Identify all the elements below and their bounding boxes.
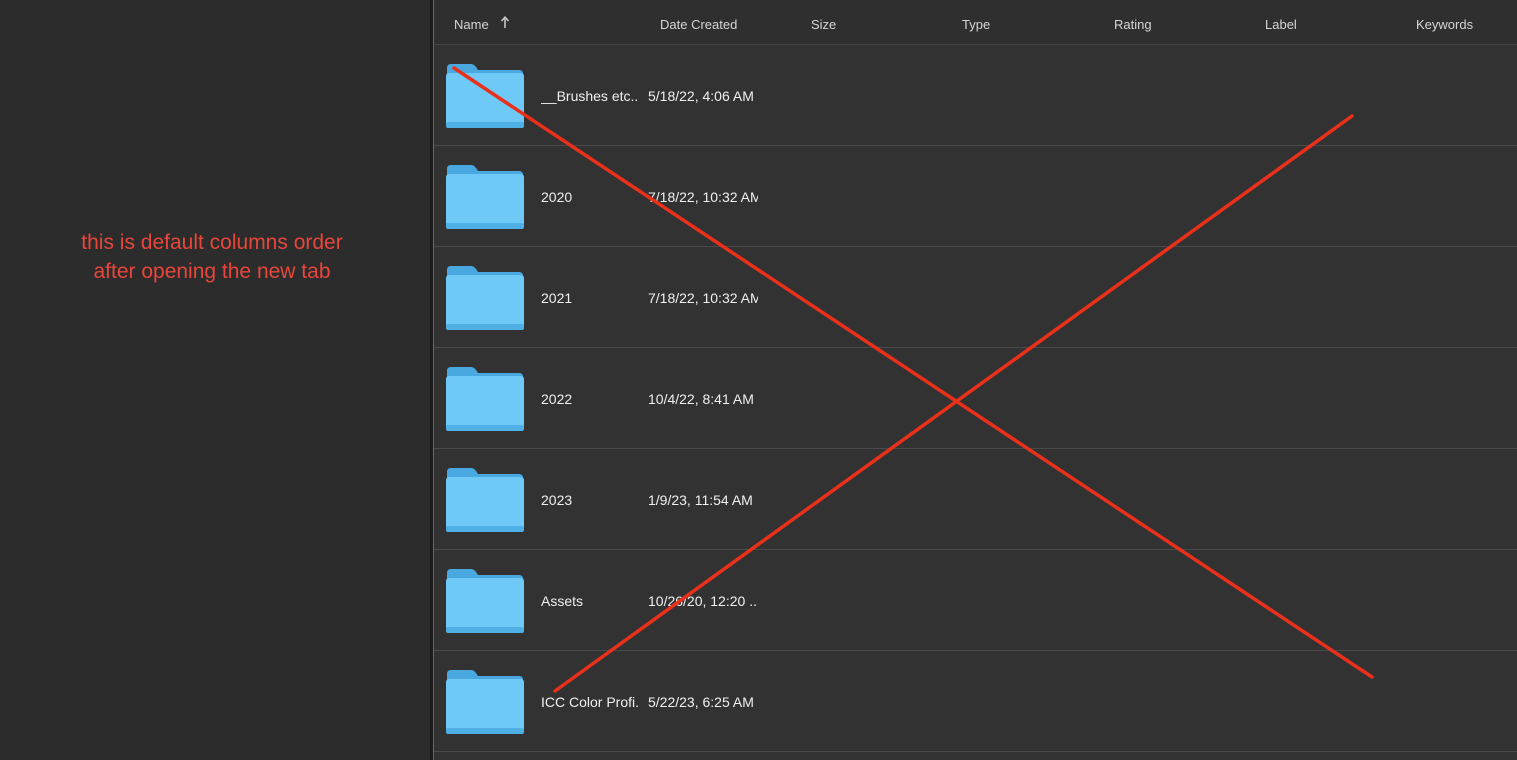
row-name: 2022 (541, 391, 573, 407)
left-panel: this is default columns order after open… (0, 0, 430, 760)
column-header-row: Name Date Created Size Type Rating Label… (434, 0, 1517, 45)
folder-icon (446, 64, 524, 128)
annotation-line-1: this is default columns order (81, 231, 343, 254)
list-item[interactable]: 2022 10/4/22, 8:41 AM (434, 348, 1517, 449)
list-item[interactable]: 2023 1/9/23, 11:54 AM (434, 449, 1517, 550)
row-name: 2021 (541, 290, 573, 306)
row-date-created: 5/22/23, 6:25 AM (648, 694, 754, 710)
row-date-created: 10/26/20, 12:20 ... (648, 593, 758, 609)
row-date-created: 7/18/22, 10:32 AM (648, 290, 758, 306)
column-header-name[interactable]: Name (454, 17, 489, 32)
row-date-created: 5/18/22, 4:06 AM (648, 88, 754, 104)
row-date-created: 1/9/23, 11:54 AM (648, 492, 753, 508)
list-item[interactable]: ICC Color Profi... 5/22/23, 6:25 AM (434, 651, 1517, 752)
column-header-size[interactable]: Size (811, 17, 836, 32)
folder-icon (446, 468, 524, 532)
row-name: 2020 (541, 189, 573, 205)
row-name: __Brushes etc... (541, 88, 638, 104)
column-header-date-created[interactable]: Date Created (660, 17, 737, 32)
list-item[interactable]: 2021 7/18/22, 10:32 AM (434, 247, 1517, 348)
screenshot-root: this is default columns order after open… (0, 0, 1517, 760)
list-item[interactable]: 2020 7/18/22, 10:32 AM (434, 146, 1517, 247)
content-panel: Name Date Created Size Type Rating Label… (434, 0, 1517, 760)
column-header-type[interactable]: Type (962, 17, 990, 32)
row-date-created: 7/18/22, 10:32 AM (648, 189, 758, 205)
row-name: 2023 (541, 492, 573, 508)
annotation-text: this is default columns order after open… (12, 228, 412, 286)
row-date-created: 10/4/22, 8:41 AM (648, 391, 754, 407)
list-item[interactable]: __Brushes etc... 5/18/22, 4:06 AM (434, 45, 1517, 146)
sort-ascending-icon[interactable] (500, 16, 510, 30)
folder-icon (446, 670, 524, 734)
folder-icon (446, 367, 524, 431)
folder-icon (446, 569, 524, 633)
file-list: __Brushes etc... 5/18/22, 4:06 AM 2020 7… (434, 45, 1517, 752)
annotation-line-2: after opening the new tab (93, 260, 331, 283)
list-item[interactable]: Assets 10/26/20, 12:20 ... (434, 550, 1517, 651)
folder-icon (446, 266, 524, 330)
row-name: ICC Color Profi... (541, 694, 638, 710)
folder-icon (446, 165, 524, 229)
column-header-label[interactable]: Label (1265, 17, 1297, 32)
column-header-keywords[interactable]: Keywords (1416, 17, 1473, 32)
column-header-rating[interactable]: Rating (1114, 17, 1152, 32)
row-name: Assets (541, 593, 584, 609)
